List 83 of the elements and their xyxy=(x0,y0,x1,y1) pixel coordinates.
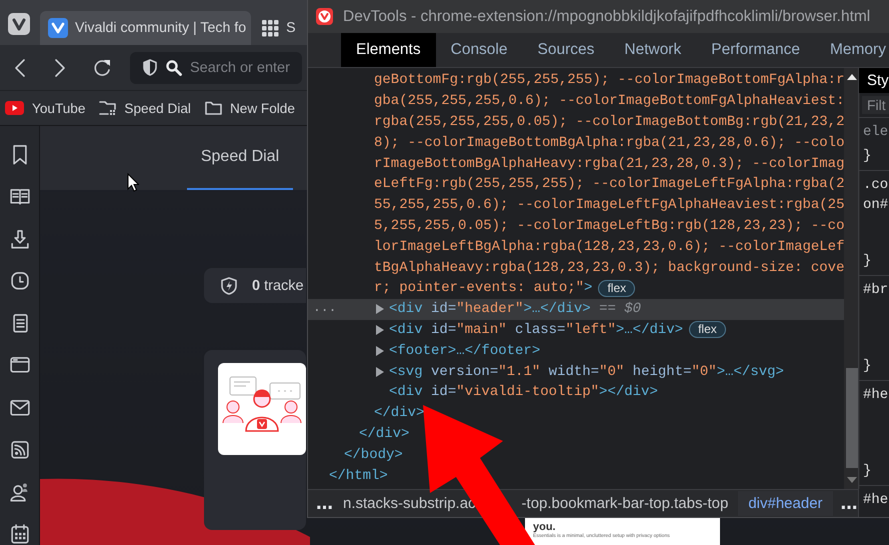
speed-dial-thumbnail[interactable] xyxy=(218,363,306,455)
rss-icon[interactable] xyxy=(10,440,30,461)
breadcrumb[interactable]: n.stacks-substrip.ac xyxy=(341,495,478,512)
css-selector: ele xyxy=(863,123,889,142)
bookmark-item[interactable]: New Folde xyxy=(204,100,295,116)
scroll-up-icon[interactable] xyxy=(847,74,858,80)
expand-triangle-icon[interactable] xyxy=(376,366,384,377)
bookmark-item[interactable]: YouTube xyxy=(5,100,86,116)
code-line: 8); --colorImageBottomBgAlpha:rgba(21,23,28,0.6); --colo xyxy=(374,134,844,151)
css-selector: #br xyxy=(863,281,889,300)
vivaldi-logo-icon xyxy=(316,8,333,25)
code-line: geBottomFg:rgb(255,255,255); --colorImageBottomFgAlpha:r xyxy=(374,72,844,88)
filter-field[interactable]: Filt xyxy=(862,96,889,114)
code-line: rImageBottomBgAlphaHeavy:rgba(21,23,28,0.3); --colorImag xyxy=(374,156,844,172)
code-line: tBgAlphaHeavy:rgba(128,23,23,0.3); background-size: cove xyxy=(374,260,844,276)
code-line: <footer>…</footer> xyxy=(389,342,540,359)
code-line: </html> xyxy=(329,468,388,484)
more-button[interactable]: ... xyxy=(313,298,336,317)
css-selector: #he xyxy=(863,491,889,510)
breadcrumb[interactable]: div#header xyxy=(738,491,833,516)
code-line: <svg version="1.1" width="0" height="0">…</svg> xyxy=(389,364,784,380)
css-brace: } xyxy=(863,462,872,481)
clock-icon[interactable] xyxy=(10,270,30,292)
bookmark-item[interactable]: Speed Dial xyxy=(99,100,191,116)
flex-badge[interactable]: flex xyxy=(598,280,636,297)
cursor-icon xyxy=(127,173,139,192)
vivaldi-logo-icon[interactable] xyxy=(8,12,30,34)
expand-triangle-icon[interactable] xyxy=(376,346,384,356)
speed-dial-tab[interactable]: Speed Dial xyxy=(187,126,293,190)
breadcrumb[interactable]: -top.bookmark-bar-top.tabs-top xyxy=(520,495,730,512)
expand-triangle-icon[interactable] xyxy=(376,324,384,335)
styles-tab[interactable]: Sty xyxy=(859,68,889,93)
grid-icon xyxy=(262,20,280,36)
contacts-icon[interactable] xyxy=(10,482,30,503)
panel-tab[interactable]: Memory xyxy=(814,33,889,67)
search-icon xyxy=(166,60,182,76)
code-line: eLeftFg:rgb(255,255,255); --colorImageLeftFgAlpha:rgba(2 xyxy=(374,176,844,192)
download-icon[interactable] xyxy=(10,228,30,250)
css-selector: #he xyxy=(863,386,889,405)
vivaldi-favicon-icon xyxy=(48,18,68,38)
browser-tab[interactable]: Vivaldi community | Tech fo xyxy=(40,11,252,45)
code-line: rgba(255,255,255,0.05); --colorImageBottomBg:rgb(21,23,2 xyxy=(374,114,844,130)
folder-icon xyxy=(204,101,222,115)
address-field[interactable]: Search or enter xyxy=(130,52,302,84)
panel-tab[interactable]: Console xyxy=(436,33,522,67)
shield-bolt-icon xyxy=(221,276,237,294)
panel-tab[interactable]: Network xyxy=(609,33,696,67)
more-button[interactable]: … xyxy=(308,494,341,514)
code-line: </div> xyxy=(359,426,410,442)
code-line: <div id="main" class="left">…</div> xyxy=(389,322,684,338)
code-line: </body> xyxy=(344,446,403,463)
panel-tab[interactable]: Performance xyxy=(696,33,815,67)
mail-icon[interactable] xyxy=(10,398,30,418)
scroll-thumb[interactable] xyxy=(846,368,858,468)
code-line: gba(255,255,255,0.6); --colorImageBottomFgAlphaHeaviest: xyxy=(374,93,844,110)
code-line: <div id="header">…</div> == $0 xyxy=(389,301,642,318)
code-line: lorImageLeftBgAlpha:rgba(128,23,23,0.6); --colorImageLef xyxy=(374,238,844,255)
play-icon xyxy=(5,101,24,115)
folder-grid-icon xyxy=(99,100,116,116)
tracker-count: 0 tracke xyxy=(252,278,304,294)
page-heading: you. xyxy=(533,521,557,533)
scrollbar[interactable] xyxy=(844,68,860,489)
flex-badge[interactable]: flex xyxy=(689,321,726,338)
css-selector: .co xyxy=(863,176,889,195)
css-brace: } xyxy=(863,357,872,376)
code-line: 5,255,255,0.05); --colorImageLeftBg:rgb(128,23,23); --co xyxy=(374,218,844,234)
window-title: DevTools - chrome-extension://mpognobbkildjkofajifpdfhcoklimli/browser.html xyxy=(343,8,870,26)
code-line: <div id="vivaldi-tooltip"></div> xyxy=(389,384,658,400)
reload-icon[interactable] xyxy=(92,58,112,78)
css-brace: } xyxy=(863,252,872,271)
shield-icon xyxy=(143,58,157,76)
code-line: </div> xyxy=(374,405,424,422)
book-icon[interactable] xyxy=(10,186,30,207)
css-brace: } xyxy=(863,147,872,166)
panel-tab[interactable]: Elements xyxy=(341,33,436,67)
scroll-down-icon[interactable] xyxy=(847,477,858,483)
code-line: r; pointer-events: auto;"> xyxy=(374,280,592,296)
css-selector: on# xyxy=(863,196,889,215)
code-line: 55,255,255,0.6); --colorImageLeftFgAlphaHeaviest:rgba(25 xyxy=(374,197,844,214)
calendar-icon[interactable] xyxy=(10,524,30,545)
panel-tab[interactable]: Sources xyxy=(522,33,610,67)
expand-triangle-icon[interactable] xyxy=(376,304,384,314)
browser-tab[interactable]: S xyxy=(254,11,301,45)
